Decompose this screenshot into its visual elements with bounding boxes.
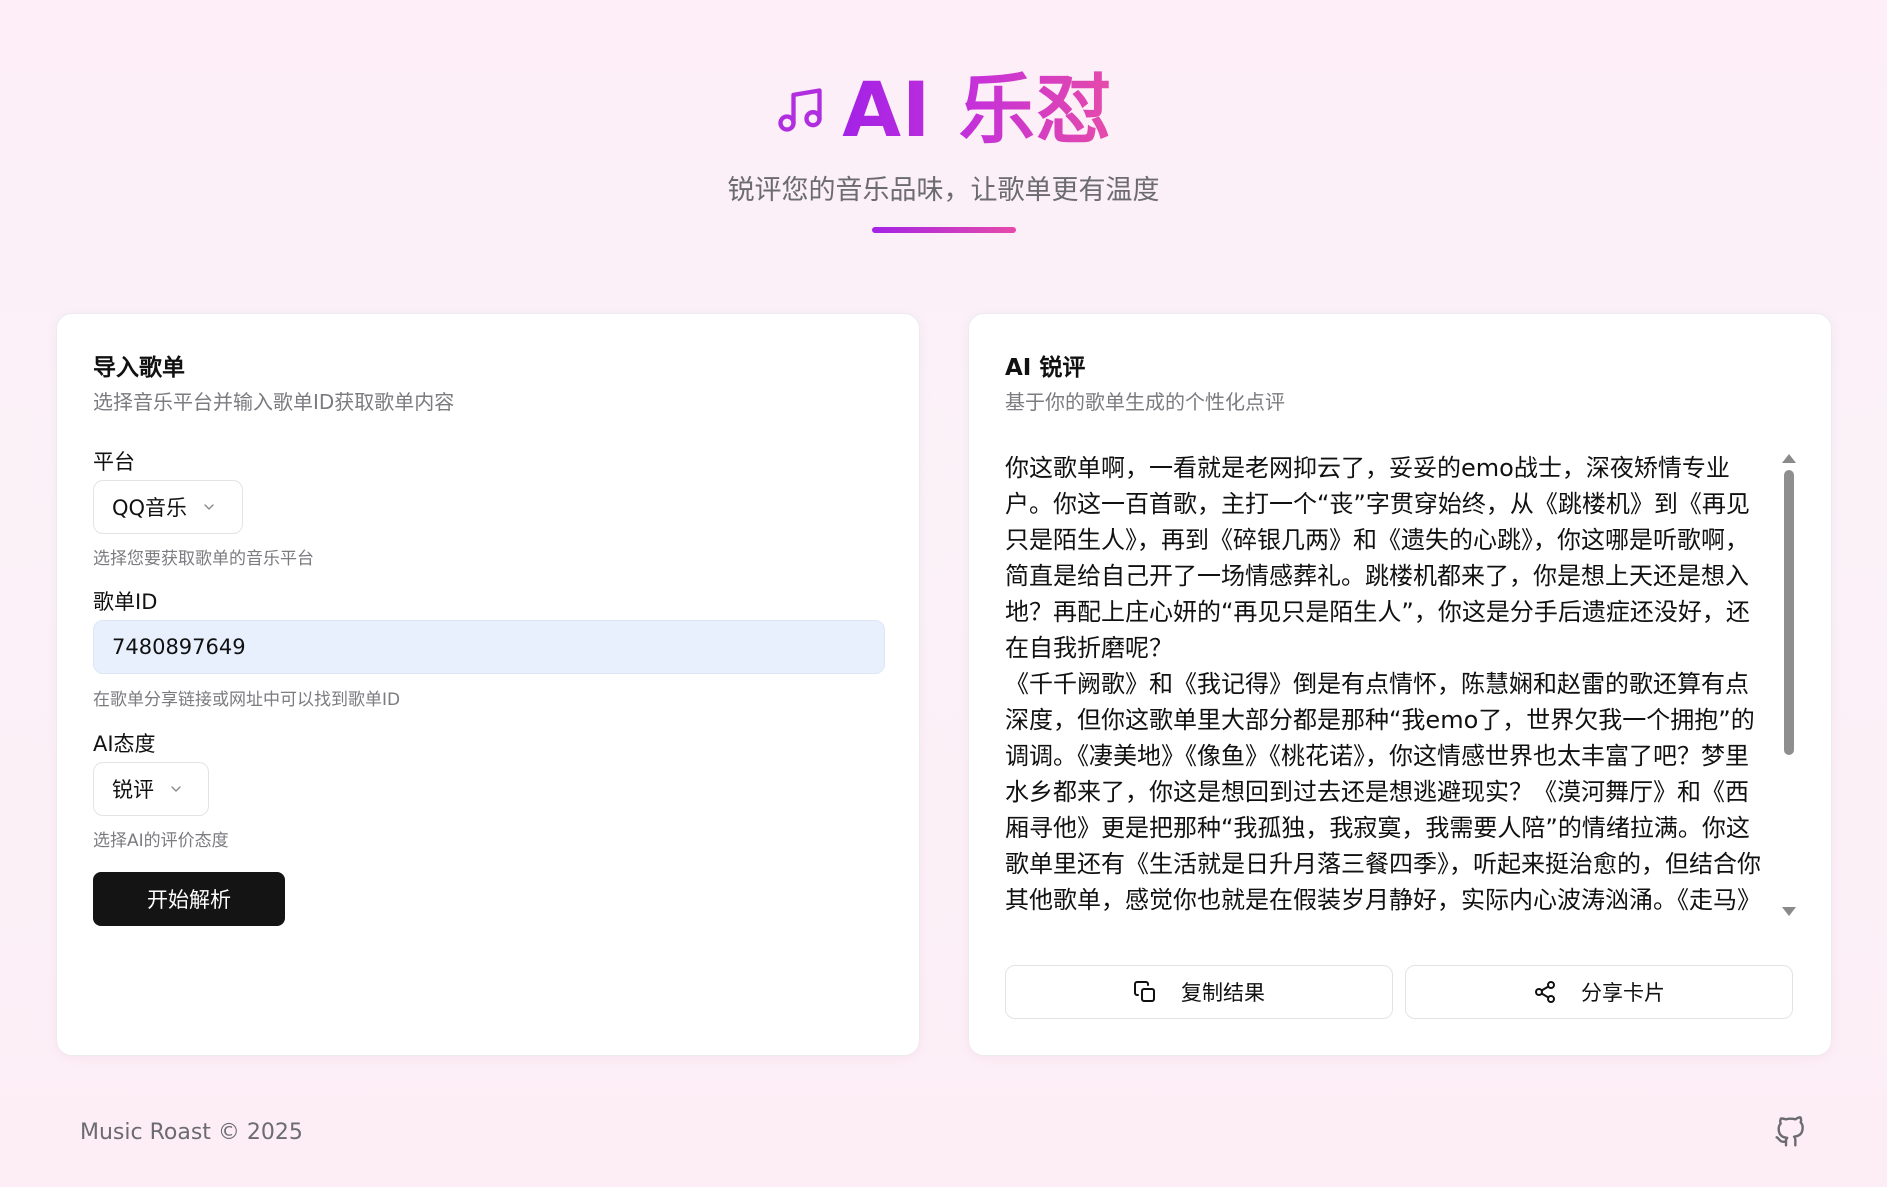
copy-result-button[interactable]: 复制结果 [1005, 965, 1393, 1019]
scroll-down-arrow-icon[interactable] [1782, 907, 1796, 916]
playlist-id-hint: 在歌单分享链接或网址中可以找到歌单ID [93, 690, 401, 710]
copy-icon [1133, 980, 1157, 1004]
roast-result-area[interactable]: 你这歌单啊，一看就是老网抑云了，妥妥的emo战士，深夜矫情专业户。你这一百首歌，… [1005, 450, 1805, 920]
title-underline [871, 227, 1016, 233]
platform-select[interactable]: QQ音乐 [93, 480, 243, 534]
chevron-down-icon [201, 499, 217, 515]
github-icon[interactable] [1774, 1116, 1806, 1148]
card-title: AI 锐评 [1005, 355, 1086, 381]
card-description: 选择音乐平台并输入歌单ID获取歌单内容 [93, 390, 455, 414]
start-analysis-button[interactable]: 开始解析 [93, 872, 285, 926]
share-icon [1533, 980, 1557, 1004]
share-card-button[interactable]: 分享卡片 [1405, 965, 1793, 1019]
result-scrollbar[interactable] [1777, 450, 1799, 920]
card-title: 导入歌单 [93, 355, 185, 381]
page-header: AI 乐怼 锐评您的音乐品味，让歌单更有温度 [0, 60, 1887, 233]
chevron-down-icon [168, 781, 184, 797]
platform-selected-value: QQ音乐 [112, 496, 188, 520]
app-subtitle: 锐评您的音乐品味，让歌单更有温度 [727, 175, 1160, 206]
platform-hint: 选择您要获取歌单的音乐平台 [93, 549, 314, 569]
scroll-thumb[interactable] [1784, 470, 1794, 755]
playlist-id-input[interactable]: 7480897649 [93, 620, 885, 674]
music-note-icon [774, 84, 826, 136]
attitude-selected-value: 锐评 [112, 778, 154, 802]
footer-copyright: Music Roast © 2025 [80, 1120, 303, 1145]
card-description: 基于你的歌单生成的个性化点评 [1005, 390, 1285, 414]
copy-result-label: 复制结果 [1181, 981, 1265, 1005]
attitude-label: AI态度 [93, 732, 156, 756]
share-card-label: 分享卡片 [1581, 981, 1665, 1005]
import-playlist-card: 导入歌单 选择音乐平台并输入歌单ID获取歌单内容 平台 QQ音乐 选择您要获取歌… [56, 313, 920, 1056]
ai-roast-card: AI 锐评 基于你的歌单生成的个性化点评 你这歌单啊，一看就是老网抑云了，妥妥的… [968, 313, 1832, 1056]
attitude-select[interactable]: 锐评 [93, 762, 209, 816]
title-row: AI 乐怼 [0, 60, 1887, 160]
playlist-id-value: 7480897649 [112, 635, 246, 659]
app-title: AI 乐怼 [842, 60, 1113, 160]
playlist-id-label: 歌单ID [93, 590, 158, 614]
attitude-hint: 选择AI的评价态度 [93, 831, 229, 851]
scroll-up-arrow-icon[interactable] [1782, 454, 1796, 463]
platform-label: 平台 [93, 450, 135, 474]
roast-result-text: 你这歌单啊，一看就是老网抑云了，妥妥的emo战士，深夜矫情专业户。你这一百首歌，… [1005, 454, 1761, 914]
